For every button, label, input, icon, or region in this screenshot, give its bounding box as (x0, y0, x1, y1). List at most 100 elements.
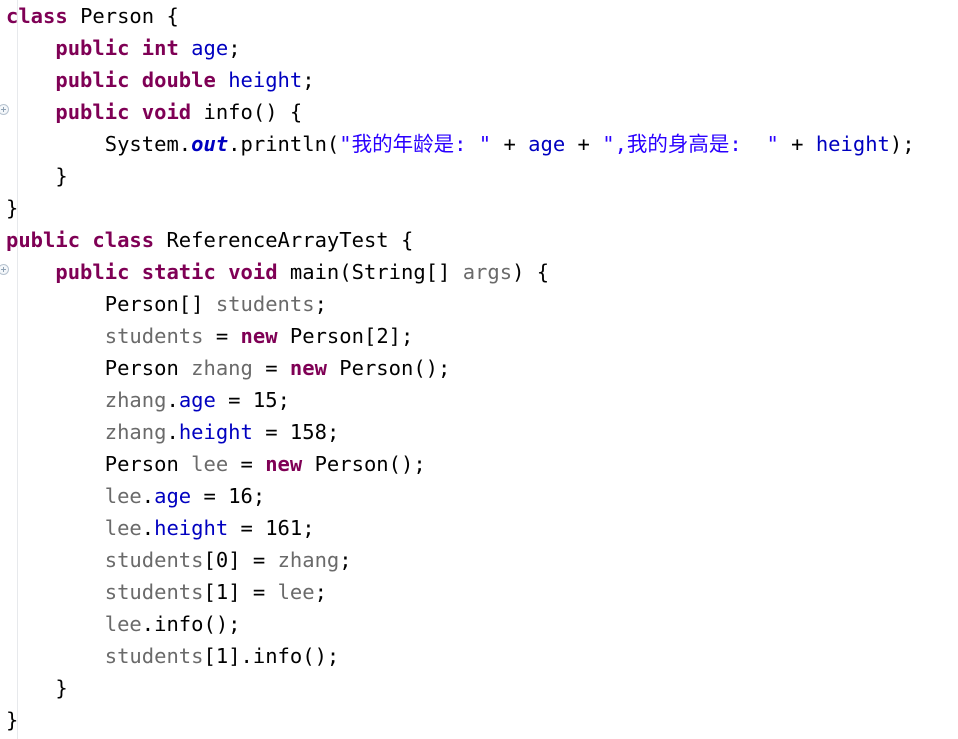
code-line[interactable]: public int age; (0, 32, 958, 64)
token-plain: ].info(); (228, 644, 340, 668)
token-keyword: void (228, 260, 278, 284)
token-plain: . (166, 420, 179, 444)
token-local: lee (191, 452, 229, 476)
code-line[interactable]: } (0, 704, 958, 736)
token-local: students (104, 324, 204, 348)
token-plain: [ (203, 644, 216, 668)
token-plain: Person(); (326, 356, 451, 380)
code-line[interactable]: students[0] = zhang; (0, 544, 958, 576)
token-local: students (104, 548, 204, 572)
token-plain: ; (252, 484, 266, 508)
token-keyword: void (141, 100, 192, 124)
token-number: 16 (228, 484, 253, 508)
code-line[interactable]: public double height; (0, 64, 958, 96)
code-line[interactable]: students = new Person[2]; (0, 320, 958, 352)
token-plain: = (228, 452, 266, 476)
token-string: "我的年龄是: " (339, 132, 492, 156)
token-keyword: public (55, 68, 130, 92)
code-line[interactable]: class Person { (0, 0, 958, 32)
token-plain: System. (6, 132, 192, 156)
code-line[interactable]: public class ReferenceArrayTest { (0, 224, 958, 256)
token-plain: . (141, 516, 155, 540)
token-plain: Person (6, 356, 192, 380)
token-plain: Person(); (302, 452, 426, 476)
token-type: Person (80, 4, 155, 28)
code-line[interactable]: zhang.height = 158; (0, 416, 958, 448)
token-plain: ; (314, 292, 327, 316)
token-plain: ); (889, 132, 915, 156)
token-plain: main(String[] (277, 260, 463, 284)
token-plain: ] = (228, 548, 278, 572)
token-local: lee (277, 580, 315, 604)
token-local: students (215, 292, 315, 316)
token-plain: ; (302, 68, 315, 92)
code-line[interactable]: Person lee = new Person(); (0, 448, 958, 480)
token-plain: } (6, 196, 19, 220)
token-field: height (815, 132, 890, 156)
token-plain: ]; (388, 324, 414, 348)
code-line[interactable]: Person zhang = new Person(); (0, 352, 958, 384)
code-line[interactable]: System.out.println("我的年龄是: " + age + ",我… (0, 128, 958, 160)
code-editor[interactable]: class Person { public int age; public do… (0, 0, 958, 739)
token-local: lee (104, 612, 142, 636)
token-plain: } (6, 164, 68, 188)
code-line[interactable]: } (0, 160, 958, 192)
token-plain: info() { (191, 100, 303, 124)
token-keyword: new (289, 356, 327, 380)
token-plain: = (228, 516, 266, 540)
token-plain: ReferenceArrayTest { (154, 228, 414, 252)
token-plain: ] = (228, 580, 278, 604)
code-line[interactable]: public void info() { (0, 96, 958, 128)
code-line[interactable]: students[1].info(); (0, 640, 958, 672)
token-local: zhang (191, 356, 253, 380)
token-number: 1 (215, 644, 229, 668)
token-param: args (462, 260, 513, 284)
code-line[interactable]: zhang.age = 15; (0, 384, 958, 416)
token-plain: + (778, 132, 816, 156)
code-line[interactable]: lee.height = 161; (0, 512, 958, 544)
token-keyword: new (240, 324, 278, 348)
code-content[interactable]: class Person { public int age; public do… (0, 0, 958, 736)
token-plain: ; (228, 36, 241, 60)
token-field: height (154, 516, 229, 540)
token-plain: Person[ (277, 324, 377, 348)
code-line[interactable]: public static void main(String[] args) { (0, 256, 958, 288)
token-number: 158 (289, 420, 327, 444)
token-plain: . (141, 484, 155, 508)
token-local: lee (104, 484, 142, 508)
token-plain: { (154, 4, 179, 28)
token-plain: ; (302, 516, 315, 540)
code-line[interactable]: Person[] students; (0, 288, 958, 320)
token-string: ",我的身高是: " (602, 132, 779, 156)
token-plain: .println( (228, 132, 340, 156)
token-plain: ) { (512, 260, 550, 284)
token-plain: Person (6, 452, 192, 476)
code-line[interactable]: } (0, 672, 958, 704)
token-plain: + (491, 132, 529, 156)
token-plain: [ (203, 580, 216, 604)
token-keyword: int (141, 36, 179, 60)
token-plain: Person[] (6, 292, 216, 316)
code-line[interactable]: lee.age = 16; (0, 480, 958, 512)
token-local: students (104, 644, 204, 668)
code-line[interactable]: lee.info(); (0, 608, 958, 640)
token-plain: ; (326, 420, 340, 444)
code-line[interactable]: } (0, 192, 958, 224)
token-keyword: public (6, 228, 81, 252)
code-line[interactable]: students[1] = lee; (0, 576, 958, 608)
